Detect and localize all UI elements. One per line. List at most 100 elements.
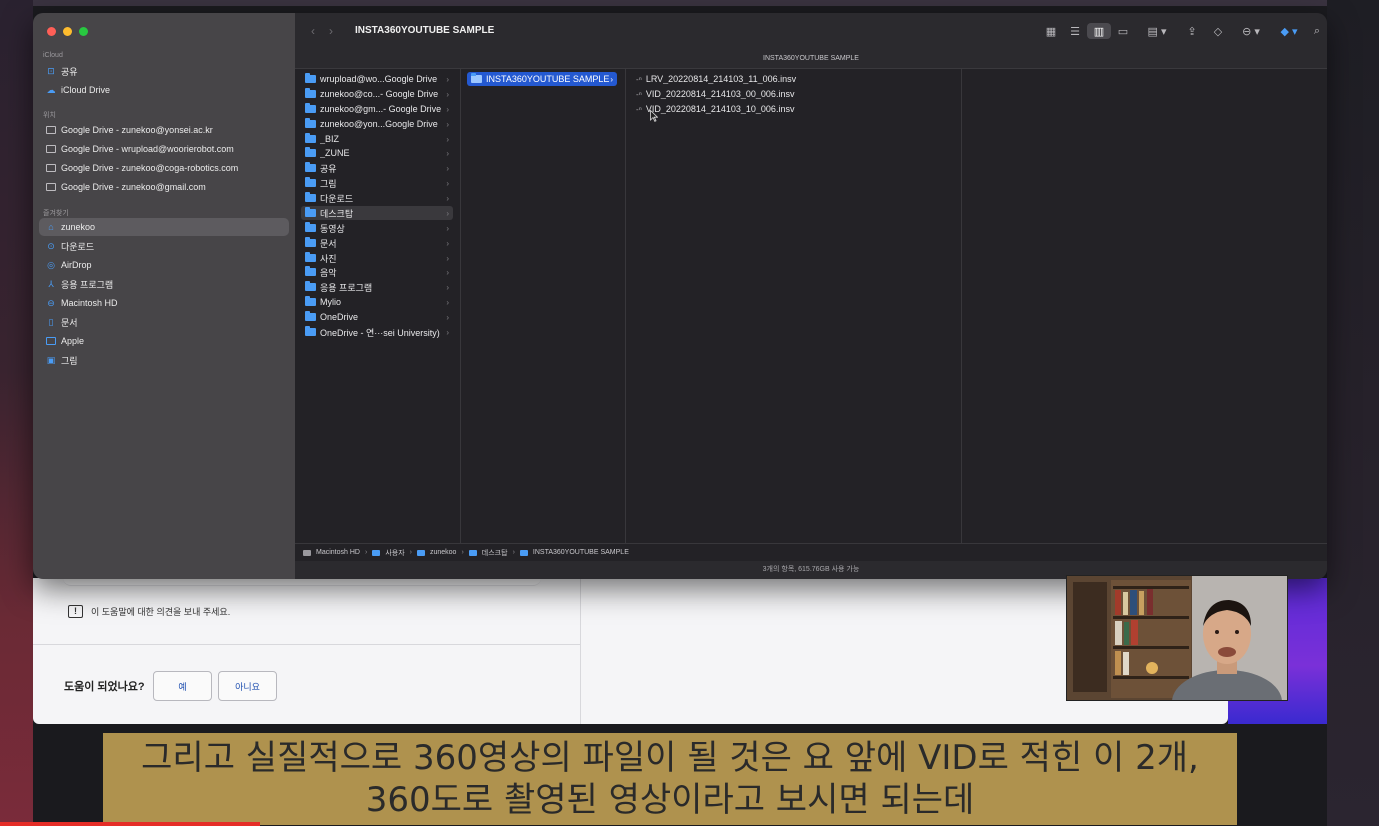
sidebar-item-icloud-drive[interactable]: ☁ iCloud Drive bbox=[39, 81, 289, 99]
sidebar-item-gdrive-yonsei[interactable]: Google Drive - zunekoo@yonsei.ac.kr bbox=[39, 121, 289, 139]
no-button[interactable]: 아니요 bbox=[218, 671, 277, 701]
feedback-link[interactable]: ! 이 도움말에 대한 의견을 보내 주세요. bbox=[68, 605, 230, 618]
sidebar-item-shared[interactable]: ⊡ 공유 bbox=[39, 62, 289, 80]
list-item-desktop[interactable]: 데스크탑 › bbox=[301, 206, 453, 220]
breadcrumb-item[interactable]: INSTA360YOUTUBE SAMPLE bbox=[533, 549, 629, 556]
list-item[interactable]: OneDrive › bbox=[301, 310, 453, 324]
cloud-icon: ☁ bbox=[46, 84, 56, 95]
file-icon: - ⁿ bbox=[636, 74, 642, 84]
subtitle-line-2: 360도로 촬영된 영상이라고 보시면 되는데 bbox=[365, 780, 975, 820]
sidebar-item-gdrive-woorierobot[interactable]: Google Drive - wrupload@woorierobot.com bbox=[39, 140, 289, 158]
list-view-icon[interactable]: ☰ bbox=[1063, 23, 1087, 39]
sidebar-item-documents[interactable]: ▯ 문서 bbox=[39, 313, 289, 331]
minimize-button[interactable] bbox=[63, 27, 72, 36]
list-item[interactable]: 공유 › bbox=[301, 161, 453, 175]
file-item[interactable]: - ⁿ VID_20220814_214103_00_006.insv bbox=[632, 87, 952, 101]
list-item[interactable]: Mylio › bbox=[301, 295, 453, 309]
zoom-button[interactable] bbox=[79, 27, 88, 36]
divider bbox=[33, 644, 581, 645]
applications-icon: ⅄ bbox=[48, 278, 54, 289]
yes-button[interactable]: 예 bbox=[153, 671, 212, 701]
sidebar-item-label: Google Drive - wrupload@woorierobot.com bbox=[61, 144, 234, 154]
sidebar-item-label: 공유 bbox=[61, 66, 78, 77]
list-item[interactable]: 사진 › bbox=[301, 251, 453, 265]
video-progress-bar[interactable] bbox=[0, 822, 260, 826]
chevron-right-icon: › bbox=[446, 223, 449, 233]
sidebar-item-label: Google Drive - zunekoo@coga-robotics.com bbox=[61, 163, 239, 173]
list-item[interactable]: wrupload@wo...Google Drive › bbox=[301, 72, 453, 86]
file-item[interactable]: - ⁿ VID_20220814_214103_10_006.insv bbox=[632, 102, 952, 116]
sidebar-item-apple[interactable]: Apple bbox=[39, 332, 289, 350]
chevron-right-icon: › bbox=[446, 163, 449, 173]
chevron-right-icon: › bbox=[512, 549, 515, 556]
folder-icon bbox=[305, 73, 316, 83]
breadcrumb-item[interactable]: Macintosh HD bbox=[316, 549, 360, 556]
sidebar-item-label: Google Drive - zunekoo@yonsei.ac.kr bbox=[61, 125, 213, 135]
column-empty bbox=[962, 69, 1327, 543]
folder-icon bbox=[305, 266, 316, 276]
chevron-right-icon: › bbox=[446, 74, 449, 84]
tag-icon[interactable]: ◇ bbox=[1205, 23, 1231, 39]
airdrop-icon: ◎ bbox=[47, 259, 55, 270]
folder-icon bbox=[305, 311, 316, 321]
list-item[interactable]: _ZUNE › bbox=[301, 146, 453, 160]
list-item[interactable]: 동영상 › bbox=[301, 221, 453, 235]
folder-icon bbox=[372, 549, 381, 556]
list-item[interactable]: zunekoo@co...- Google Drive › bbox=[301, 87, 453, 101]
list-item[interactable]: zunekoo@yon...Google Drive › bbox=[301, 117, 453, 131]
chevron-right-icon: › bbox=[446, 89, 449, 99]
list-item[interactable]: 다운로드 › bbox=[301, 191, 453, 205]
file-icon: - ⁿ bbox=[636, 104, 642, 114]
breadcrumb-item[interactable]: 사용자 bbox=[385, 548, 404, 558]
breadcrumb-item[interactable]: 데스크탑 bbox=[482, 548, 508, 558]
folder-icon bbox=[46, 183, 56, 192]
sidebar-item-pictures[interactable]: ▣ 그림 bbox=[39, 351, 289, 369]
list-item[interactable]: 음악 › bbox=[301, 265, 453, 279]
sidebar-item-gdrive-gmail[interactable]: Google Drive - zunekoo@gmail.com bbox=[39, 178, 289, 196]
finder-main: ‹ › INSTA360YOUTUBE SAMPLE ▦ ☰ ▥ ▭ ▤ ▾ ⇪… bbox=[295, 13, 1327, 579]
sidebar-item-applications[interactable]: ⅄ 응용 프로그램 bbox=[39, 275, 289, 293]
sidebar-item-label: 다운로드 bbox=[61, 241, 95, 252]
forward-icon[interactable]: › bbox=[329, 24, 333, 38]
hard-drive-icon bbox=[303, 549, 311, 556]
shared-folder-icon: ⊡ bbox=[47, 65, 55, 76]
share-icon[interactable]: ⇪ bbox=[1179, 23, 1205, 39]
chevron-right-icon: › bbox=[446, 238, 449, 248]
folder-icon bbox=[305, 222, 316, 232]
sidebar-item-airdrop[interactable]: ◎ AirDrop bbox=[39, 256, 289, 274]
icon-view-icon[interactable]: ▦ bbox=[1039, 23, 1063, 39]
list-item-insta360-folder[interactable]: INSTA360YOUTUBE SAMPLE › bbox=[467, 72, 617, 86]
list-item[interactable]: 그림 › bbox=[301, 176, 453, 190]
group-by-icon[interactable]: ▤ ▾ bbox=[1135, 23, 1179, 39]
sync-icon[interactable]: ◆ ▾ bbox=[1271, 23, 1307, 39]
toolbar-actions: ▦ ☰ ▥ ▭ ▤ ▾ ⇪ ◇ ⊖ ▾ ◆ ▾ ⌕ bbox=[1039, 23, 1327, 39]
list-item[interactable]: 문서 › bbox=[301, 236, 453, 250]
chevron-right-icon: › bbox=[610, 74, 613, 84]
list-item[interactable]: zunekoo@gm...- Google Drive › bbox=[301, 102, 453, 116]
more-actions-icon[interactable]: ⊖ ▾ bbox=[1231, 23, 1271, 39]
breadcrumb: Macintosh HD › 사용자 › zunekoo › 데스크탑 › IN… bbox=[295, 543, 1327, 561]
sidebar-item-label: 응용 프로그램 bbox=[61, 279, 114, 290]
column-home: wrupload@wo...Google Drive › zunekoo@co..… bbox=[295, 69, 461, 543]
help-left-column: ! 이 도움말에 대한 의견을 보내 주세요. 도움이 되었나요? 예 아니요 bbox=[33, 578, 581, 724]
sidebar-item-gdrive-coga[interactable]: Google Drive - zunekoo@coga-robotics.com bbox=[39, 159, 289, 177]
breadcrumb-item[interactable]: zunekoo bbox=[430, 549, 456, 556]
list-item[interactable]: OneDrive - 연···sei University) › bbox=[301, 325, 453, 339]
desktop-top bbox=[0, 0, 1379, 6]
back-icon[interactable]: ‹ bbox=[311, 24, 315, 38]
column-view-icon[interactable]: ▥ bbox=[1087, 23, 1111, 39]
sidebar-item-downloads[interactable]: ⊙ 다운로드 bbox=[39, 237, 289, 255]
chevron-right-icon: › bbox=[446, 148, 449, 158]
file-item[interactable]: - ⁿ LRV_20220814_214103_11_006.insv bbox=[632, 72, 952, 86]
search-icon[interactable]: ⌕ bbox=[1307, 23, 1327, 39]
close-button[interactable] bbox=[47, 27, 56, 36]
list-item[interactable]: 응용 프로그램 › bbox=[301, 280, 453, 294]
gallery-view-icon[interactable]: ▭ bbox=[1111, 23, 1135, 39]
folder-icon bbox=[305, 177, 316, 187]
list-item[interactable]: _BIZ › bbox=[301, 132, 453, 146]
folder-icon bbox=[46, 145, 56, 154]
chevron-right-icon: › bbox=[409, 549, 412, 556]
chevron-right-icon: › bbox=[446, 208, 449, 218]
sidebar-item-macintosh-hd[interactable]: ⊖ Macintosh HD bbox=[39, 294, 289, 312]
sidebar-item-zunekoo[interactable]: ⌂ zunekoo bbox=[39, 218, 289, 236]
